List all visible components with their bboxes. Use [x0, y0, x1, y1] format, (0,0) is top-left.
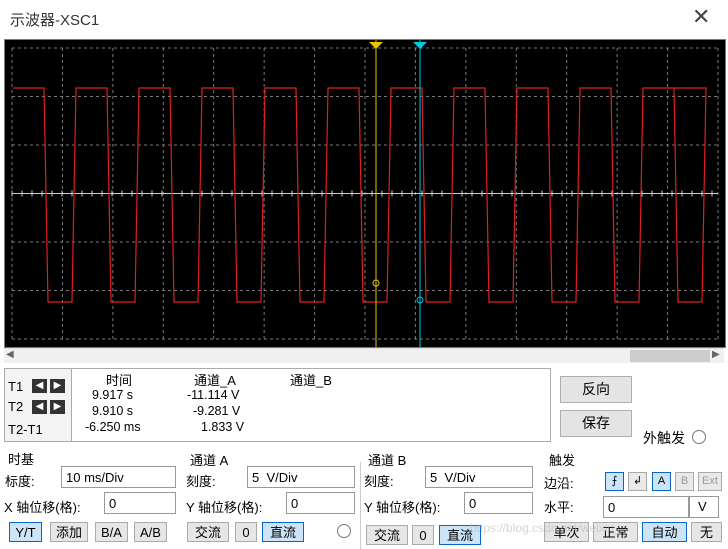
channel-a-scale-label: 刻度:: [186, 474, 216, 489]
oscilloscope-display: [5, 40, 725, 347]
t2-left-arrow-icon[interactable]: ◀: [32, 400, 47, 414]
watermark: https://blog.csdn.net/weixin_...: [470, 521, 631, 535]
falling-edge-icon[interactable]: ↲: [628, 472, 647, 491]
mode-ba-button[interactable]: B/A: [95, 522, 128, 542]
oscilloscope-screen: [4, 39, 726, 348]
t2-t1-label: T2-T1: [8, 422, 43, 437]
row2-channel-a: -9.281 V: [193, 404, 241, 418]
channel-b-scale-label: 刻度:: [364, 474, 394, 489]
t1-left-arrow-icon[interactable]: ◀: [32, 379, 47, 393]
save-button[interactable]: 保存: [560, 410, 632, 437]
scrollbar-thumb[interactable]: [630, 350, 710, 362]
trigger-source-ext-button[interactable]: Ext: [698, 472, 722, 491]
t1-label: T1: [8, 379, 24, 394]
mode-ab-button[interactable]: A/B: [134, 522, 167, 542]
channel-a-dc-button[interactable]: 直流: [262, 522, 304, 542]
scroll-right-icon[interactable]: ▶: [712, 349, 720, 360]
timebase-scale-label: 标度:: [5, 474, 35, 489]
trigger-edge-label: 边沿:: [544, 476, 574, 491]
ext-trigger-label: 外触发: [643, 430, 685, 446]
ext-trigger-radio[interactable]: [692, 430, 706, 444]
channel-a-ac-button[interactable]: 交流: [187, 522, 229, 542]
trigger-auto-button[interactable]: 自动: [642, 522, 687, 542]
reverse-button[interactable]: 反向: [560, 376, 632, 403]
title-bar: [0, 0, 728, 38]
scroll-left-icon[interactable]: ◀: [6, 349, 14, 360]
t2-label: T2: [8, 399, 24, 414]
channel-a-radio[interactable]: [337, 524, 351, 538]
channel-b-ypos-label: Y 轴位移(格):: [364, 500, 441, 515]
header-time: 时间: [106, 373, 133, 388]
channel-b-scale-input[interactable]: [425, 466, 533, 488]
row1-channel-a: -11.114 V: [187, 388, 240, 402]
row2-time: 9.910 s: [92, 404, 134, 418]
trigger-level-input[interactable]: [603, 496, 689, 518]
rising-edge-icon[interactable]: ⨍: [605, 472, 624, 491]
channel-a-zero-button[interactable]: 0: [235, 522, 257, 542]
timebase-xpos-input[interactable]: [104, 492, 176, 514]
header-channel-a: 通道_A: [194, 373, 236, 388]
channel-b-zero-button[interactable]: 0: [412, 525, 434, 545]
channel-a-ypos-label: Y 轴位移(格):: [186, 500, 263, 515]
trigger-level-unit[interactable]: V: [689, 496, 719, 518]
cursor-panel: T1 ◀ ▶ T2 ◀ ▶ T2-T1: [4, 368, 72, 442]
channel-a-title: 通道 A: [190, 453, 229, 468]
t2-right-arrow-icon[interactable]: ▶: [50, 400, 65, 414]
channel-a-scale-input[interactable]: [247, 466, 355, 488]
t1-right-arrow-icon[interactable]: ▶: [50, 379, 65, 393]
channel-a-ypos-input[interactable]: [286, 492, 355, 514]
timebase-xpos-label: X 轴位移(格):: [4, 500, 81, 515]
row3-time: -6.250 ms: [85, 420, 141, 434]
header-channel-b: 通道_B: [290, 373, 332, 388]
timebase-scale-input[interactable]: [61, 466, 176, 488]
divider: [360, 462, 361, 549]
channel-b-ac-button[interactable]: 交流: [366, 525, 408, 545]
readout-table: 时间 通道_A 通道_B 9.917 s -11.114 V 9.910 s -…: [71, 368, 551, 442]
mode-add-button[interactable]: 添加: [50, 522, 88, 542]
trigger-none-button[interactable]: 无: [691, 522, 722, 542]
row1-time: 9.917 s: [92, 388, 134, 402]
channel-b-title: 通道 B: [368, 453, 407, 468]
trigger-source-b-button[interactable]: B: [675, 472, 694, 491]
timebase-title: 时基: [8, 452, 35, 467]
close-icon[interactable]: ✕: [692, 6, 710, 28]
window-title: 示波器-XSC1: [10, 12, 100, 29]
trigger-level-label: 水平:: [544, 500, 574, 515]
row3-channel-a: 1.833 V: [201, 420, 245, 434]
trigger-title: 触发: [549, 453, 576, 468]
mode-yt-button[interactable]: Y/T: [9, 522, 42, 542]
trigger-source-a-button[interactable]: A: [652, 472, 671, 491]
channel-b-ypos-input[interactable]: [464, 492, 533, 514]
horizontal-scrollbar[interactable]: ◀ ▶: [4, 348, 724, 363]
